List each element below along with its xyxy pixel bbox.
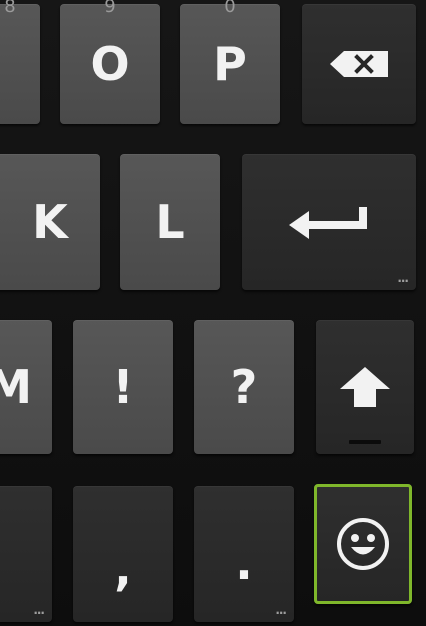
key-l-label: L bbox=[155, 195, 185, 249]
key-o[interactable]: 9 O bbox=[60, 0, 160, 124]
enter-key[interactable]: ... bbox=[242, 154, 416, 290]
key-i[interactable]: 8 bbox=[0, 0, 40, 124]
key-o-hint: 9 bbox=[104, 0, 116, 17]
key-left-more-indicator: ... bbox=[33, 603, 45, 617]
key-p-label: P bbox=[213, 37, 247, 91]
key-k-label: K bbox=[32, 195, 68, 249]
key-comma-label: , bbox=[114, 542, 132, 596]
shift-indicator-bar bbox=[349, 440, 381, 444]
enter-more-indicator: ... bbox=[397, 271, 409, 285]
key-o-label: O bbox=[90, 37, 130, 91]
emoji-key[interactable] bbox=[314, 484, 412, 604]
backspace-key[interactable] bbox=[302, 4, 416, 124]
soft-keyboard: 8 9 O 0 P K L ... M ! ? ... , . ... bbox=[0, 0, 426, 626]
key-comma[interactable]: , bbox=[73, 486, 173, 622]
smiley-icon bbox=[335, 516, 391, 572]
shift-arrow-icon bbox=[340, 367, 390, 407]
key-question-label: ? bbox=[230, 360, 258, 414]
key-l[interactable]: L bbox=[120, 154, 220, 290]
key-m-label: M bbox=[0, 360, 32, 414]
key-left-partial[interactable]: ... bbox=[0, 486, 52, 622]
key-m[interactable]: M bbox=[0, 320, 52, 454]
key-period-label: . bbox=[235, 536, 253, 590]
shift-key[interactable] bbox=[316, 320, 414, 454]
enter-arrow-icon bbox=[289, 205, 369, 239]
key-question[interactable]: ? bbox=[194, 320, 294, 454]
backspace-icon bbox=[330, 51, 388, 77]
key-k[interactable]: K bbox=[0, 154, 100, 290]
key-exclamation-label: ! bbox=[112, 360, 134, 414]
key-period[interactable]: . ... bbox=[194, 486, 294, 622]
key-p-hint: 0 bbox=[224, 0, 236, 17]
key-p[interactable]: 0 P bbox=[180, 0, 280, 124]
key-exclamation[interactable]: ! bbox=[73, 320, 173, 454]
key-i-hint: 8 bbox=[4, 0, 16, 17]
key-period-more-indicator: ... bbox=[275, 603, 287, 617]
